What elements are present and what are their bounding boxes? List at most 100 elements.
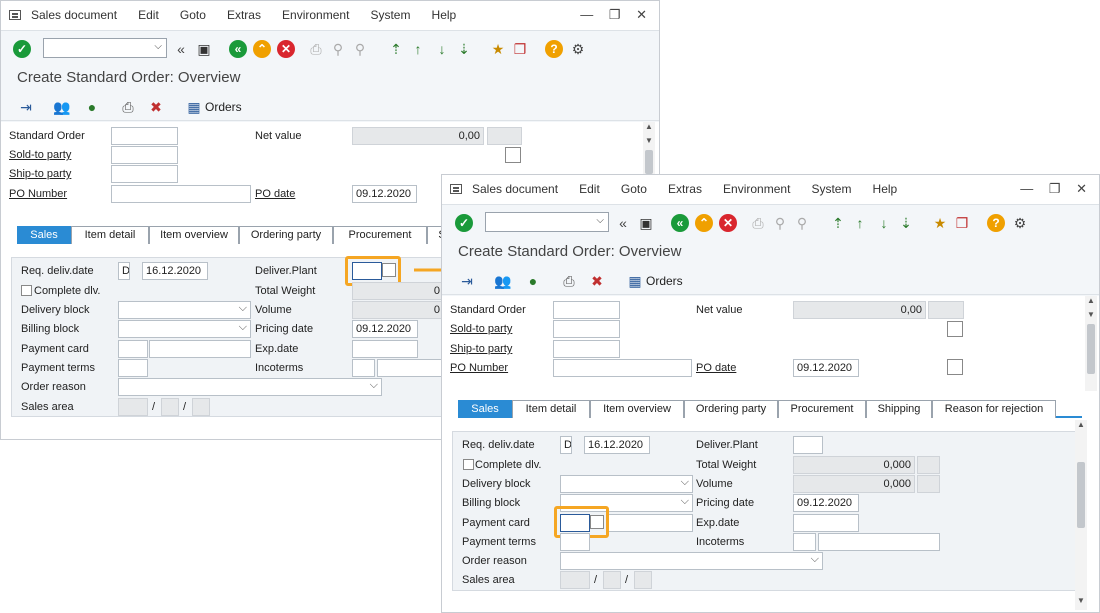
delete-item-icon[interactable]: ✖ xyxy=(588,273,606,289)
po-number-label[interactable]: PO Number xyxy=(9,185,67,203)
find-icon[interactable]: ⚲ xyxy=(329,39,347,59)
text-edit-icon[interactable] xyxy=(947,359,963,375)
menu-environment[interactable]: Environment xyxy=(282,8,349,22)
tab-sales[interactable]: Sales xyxy=(17,226,71,244)
tab-item-detail[interactable]: Item detail xyxy=(71,226,149,244)
shortcut-icon[interactable]: ❐ xyxy=(511,39,529,59)
payment-card-field[interactable] xyxy=(149,340,251,358)
last-page-icon[interactable]: ⇣ xyxy=(897,213,915,233)
deliver-plant-field[interactable] xyxy=(793,436,823,454)
system-menu-icon[interactable] xyxy=(9,10,21,20)
help-icon[interactable]: ? xyxy=(545,40,563,58)
menu-help[interactable]: Help xyxy=(873,182,898,196)
enter-icon[interactable]: ✓ xyxy=(455,214,473,232)
header-scrollbar[interactable]: ▲ ▼ xyxy=(1085,296,1097,391)
tab-ordering-party[interactable]: Ordering party xyxy=(239,226,333,244)
incoterms-field[interactable] xyxy=(793,533,816,551)
req-deliv-date-field[interactable]: 16.12.2020 xyxy=(584,436,650,454)
menu-extras[interactable]: Extras xyxy=(668,182,702,196)
menu-help[interactable]: Help xyxy=(432,8,457,22)
scroll-up-icon[interactable]: ▲ xyxy=(1085,296,1097,305)
po-date-label[interactable]: PO date xyxy=(255,185,295,203)
po-number-field[interactable] xyxy=(111,185,251,203)
command-field[interactable]: ⌵ xyxy=(485,212,609,232)
print-preview-icon[interactable]: ⎙ xyxy=(119,99,137,115)
po-date-label[interactable]: PO date xyxy=(696,359,736,377)
orders-button[interactable]: Orders xyxy=(646,272,683,290)
payment-terms-field[interactable] xyxy=(118,359,148,377)
incoterms-location-field[interactable] xyxy=(818,533,940,551)
panel-scrollbar[interactable]: ▲ ▼ xyxy=(1075,420,1087,610)
scroll-thumb[interactable] xyxy=(1087,324,1095,374)
incoterms-field[interactable] xyxy=(352,359,375,377)
menu-goto[interactable]: Goto xyxy=(621,182,647,196)
document-icon[interactable] xyxy=(505,147,521,163)
next-page-icon[interactable]: ↓ xyxy=(433,39,451,59)
scroll-up-icon[interactable]: ▲ xyxy=(1075,420,1087,429)
find-next-icon[interactable]: ⚲ xyxy=(351,39,369,59)
scroll-down-icon[interactable]: ▼ xyxy=(1075,596,1087,605)
orders-icon[interactable]: ▦ xyxy=(185,99,203,115)
back-icon[interactable]: « xyxy=(229,40,247,58)
print-preview-icon[interactable]: ⎙ xyxy=(560,273,578,289)
first-page-icon[interactable]: ⇡ xyxy=(829,213,847,233)
menu-system[interactable]: System xyxy=(811,182,851,196)
tab-sales[interactable]: Sales xyxy=(458,400,512,418)
req-deliv-type-field[interactable]: D xyxy=(118,262,130,280)
find-icon[interactable]: ⚲ xyxy=(771,213,789,233)
tab-item-overview[interactable]: Item overview xyxy=(590,400,684,418)
create-session-icon[interactable]: ★ xyxy=(489,39,507,59)
menu-edit[interactable]: Edit xyxy=(579,182,600,196)
print-icon[interactable]: ⎙ xyxy=(307,39,325,59)
partner-icon[interactable]: ● xyxy=(83,99,101,115)
next-page-icon[interactable]: ↓ xyxy=(875,213,893,233)
find-next-icon[interactable]: ⚲ xyxy=(793,213,811,233)
tab-shipping[interactable]: Shipping xyxy=(866,400,932,418)
partner-icon[interactable]: ● xyxy=(524,273,542,289)
scroll-up-icon[interactable]: ▲ xyxy=(643,122,655,131)
payment-terms-field[interactable] xyxy=(560,533,590,551)
tab-ordering-party[interactable]: Ordering party xyxy=(684,400,778,418)
scroll-down-icon[interactable]: ▼ xyxy=(643,136,655,145)
ship-to-party-field[interactable] xyxy=(553,340,620,358)
orders-icon[interactable]: ▦ xyxy=(626,273,644,289)
double-chevron-left-icon[interactable]: « xyxy=(615,213,631,233)
business-partner-icon[interactable]: 👥 xyxy=(494,273,512,289)
po-date-field[interactable]: 09.12.2020 xyxy=(352,185,417,203)
back-icon[interactable]: « xyxy=(671,214,689,232)
previous-page-icon[interactable]: ↑ xyxy=(851,213,869,233)
menu-sales-document[interactable]: Sales document xyxy=(31,8,117,22)
menu-goto[interactable]: Goto xyxy=(180,8,206,22)
standard-order-field[interactable] xyxy=(111,127,178,145)
menu-sales-document[interactable]: Sales document xyxy=(472,182,558,196)
po-number-field[interactable] xyxy=(553,359,692,377)
menu-environment[interactable]: Environment xyxy=(723,182,790,196)
orders-button[interactable]: Orders xyxy=(205,98,242,116)
sold-to-party-field[interactable] xyxy=(111,146,178,164)
tab-procurement[interactable]: Procurement xyxy=(333,226,427,244)
scroll-thumb[interactable] xyxy=(1077,462,1085,528)
exp-date-field[interactable] xyxy=(352,340,418,358)
exit-icon[interactable]: ⌃ xyxy=(695,214,713,232)
tab-item-detail[interactable]: Item detail xyxy=(512,400,590,418)
print-icon[interactable]: ⎙ xyxy=(749,213,767,233)
cancel-icon[interactable]: ✕ xyxy=(719,214,737,232)
first-page-icon[interactable]: ⇡ xyxy=(387,39,405,59)
po-number-label[interactable]: PO Number xyxy=(450,359,508,377)
pricing-date-field[interactable]: 09.12.2020 xyxy=(352,320,418,338)
business-partner-icon[interactable]: 👥 xyxy=(53,99,71,115)
sold-to-party-field[interactable] xyxy=(553,320,620,338)
ship-to-party-label[interactable]: Ship-to party xyxy=(450,340,512,358)
complete-dlv-checkbox[interactable] xyxy=(21,285,32,296)
delivery-block-dropdown[interactable] xyxy=(560,475,693,493)
window-controls[interactable]: — ❐ ✕ xyxy=(1020,181,1093,197)
complete-dlv-checkbox[interactable] xyxy=(463,459,474,470)
pricing-date-field[interactable]: 09.12.2020 xyxy=(793,494,859,512)
settings-gear-icon[interactable]: ⚙ xyxy=(1011,213,1029,233)
document-icon[interactable] xyxy=(947,321,963,337)
scroll-down-icon[interactable]: ▼ xyxy=(1085,310,1097,319)
payment-card-type-field[interactable] xyxy=(118,340,148,358)
incoterms-location-field[interactable] xyxy=(377,359,447,377)
help-icon[interactable]: ? xyxy=(987,214,1005,232)
create-session-icon[interactable]: ★ xyxy=(931,213,949,233)
